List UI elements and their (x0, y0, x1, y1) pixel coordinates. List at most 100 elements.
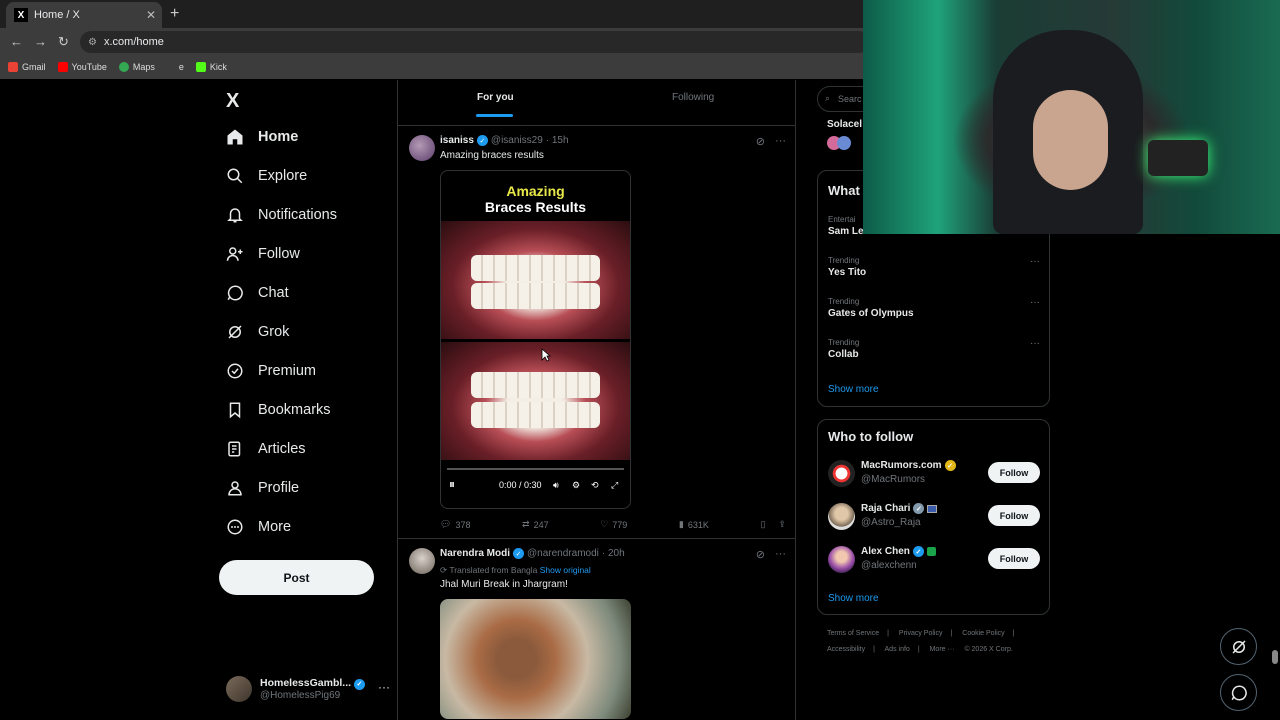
avatar[interactable] (409, 548, 435, 574)
account-switcher[interactable]: HomelessGambl... ✓ @HomelessPig69 ··· (226, 674, 390, 704)
post-button[interactable]: Post (219, 560, 374, 595)
cookie-link[interactable]: Cookie Policy (962, 630, 1004, 637)
person-icon (228, 481, 242, 496)
follow-button[interactable]: Follow (988, 462, 1040, 483)
tweet[interactable]: Narendra Modi ✓ @narendramodi · 20h ⊘ ··… (398, 540, 796, 720)
tweet[interactable]: isaniss ✓ @isaniss29 · 15h ⊘ ··· Amazing… (398, 127, 796, 539)
trend-item[interactable]: Trending Collab ··· (828, 338, 1040, 360)
tweet-text: Amazing braces results (440, 150, 544, 161)
nav-notifications[interactable]: Notifications (226, 206, 337, 224)
show-more-follow-link[interactable]: Show more (828, 593, 879, 604)
scrollbar-thumb[interactable] (1272, 650, 1278, 664)
bookmark-kick[interactable]: Kick (195, 62, 227, 72)
follow-suggestion[interactable]: Raja Chari ✓ @Astro_Raja Follow (828, 501, 1040, 533)
tweet-time[interactable]: · 15h (546, 135, 569, 146)
close-tab-icon[interactable]: ✕ (146, 8, 156, 22)
nav-home[interactable]: Home (226, 128, 298, 146)
follow-button[interactable]: Follow (988, 548, 1040, 569)
nav-explore[interactable]: Explore (226, 167, 307, 185)
repost-button[interactable]: ⇄ 247 (522, 519, 549, 530)
search-placeholder: Searc (838, 94, 862, 104)
nav-more[interactable]: More (226, 518, 291, 536)
bookmark-gmail[interactable]: Gmail (8, 62, 46, 72)
tweet-author-name[interactable]: Narendra Modi (440, 548, 510, 559)
tab-following[interactable]: Following (672, 92, 714, 103)
volume-icon[interactable]: 🔊︎ (553, 480, 559, 491)
webcam-overlay (863, 0, 1280, 234)
settings-icon[interactable]: ⚙ (572, 480, 580, 491)
nav-articles[interactable]: Articles (226, 440, 306, 458)
reload-icon[interactable]: ↻ (58, 34, 69, 50)
address-bar[interactable]: ⚙ x.com/home (80, 31, 870, 53)
privacy-link[interactable]: Privacy Policy (899, 630, 943, 637)
nav-chat[interactable]: Chat (226, 284, 289, 302)
nav-profile[interactable]: Profile (226, 479, 299, 497)
show-more-trends-link[interactable]: Show more (828, 384, 879, 395)
main-feed: For you Following isaniss ✓ @isaniss29 ·… (397, 80, 796, 720)
ads-info-link[interactable]: Ads info (885, 646, 910, 653)
verified-badge-icon: ✓ (353, 678, 365, 690)
show-original-link[interactable]: Show original (540, 565, 591, 575)
account-handle: @HomelessPig69 (260, 689, 341, 701)
nav-label: Home (258, 129, 299, 145)
new-tab-icon[interactable]: + (170, 5, 179, 23)
tweet-author-name[interactable]: isaniss (440, 135, 474, 146)
nav-follow[interactable]: Follow (226, 245, 300, 263)
tweet-time[interactable]: · 20h (602, 548, 625, 559)
teeth-image-before (441, 221, 630, 339)
tweet-author-handle[interactable]: @narendramodi (527, 548, 599, 559)
site-info-icon[interactable]: ⚙ (88, 37, 97, 48)
back-icon[interactable]: ← (10, 34, 23, 49)
avatar[interactable] (409, 135, 435, 161)
tweet-author-handle[interactable]: @isaniss29 (491, 135, 543, 146)
grok-icon[interactable]: ⊘ (756, 135, 765, 148)
messages-fab[interactable] (1220, 674, 1257, 711)
bookmark-youtube[interactable]: YouTube (57, 62, 107, 72)
tweet-video[interactable]: Amazing Braces Results ⏸ 0:00 / 0:30 🔊︎ … (440, 170, 631, 509)
mouse-cursor-icon (541, 348, 551, 362)
grok-fab[interactable] (1220, 628, 1257, 665)
accessibility-link[interactable]: Accessibility (827, 646, 865, 653)
rotate-icon[interactable]: ⟲ (591, 480, 599, 491)
grok-icon (228, 325, 242, 339)
tweet-image[interactable] (440, 599, 631, 719)
nav-premium[interactable]: Premium (226, 362, 316, 380)
forward-icon[interactable]: → (34, 34, 47, 49)
nav-bookmarks[interactable]: Bookmarks (226, 401, 331, 419)
terms-link[interactable]: Terms of Service (827, 630, 879, 637)
more-dots-icon[interactable]: ··· (378, 680, 390, 694)
follow-suggestion[interactable]: Alex Chen ✓ @alexchenn Follow (828, 544, 1040, 576)
follow-button[interactable]: Follow (988, 505, 1040, 526)
feed-tabs: For you Following (398, 80, 796, 126)
browser-tab[interactable]: X Home / X ✕ (6, 2, 162, 28)
grok-icon[interactable]: ⊘ (756, 548, 765, 561)
more-dots-icon[interactable]: ··· (1030, 256, 1040, 267)
pause-icon[interactable]: ⏸ (449, 477, 455, 492)
fullscreen-icon[interactable]: ⤢ (611, 480, 618, 491)
more-dots-icon[interactable]: ··· (1030, 297, 1040, 308)
nav-grok[interactable]: Grok (226, 323, 289, 341)
bookmark-label: Kick (209, 62, 227, 72)
tweet-header: isaniss ✓ @isaniss29 · 15h (440, 135, 569, 146)
like-button[interactable]: ♡ 779 (600, 519, 627, 530)
bookmark-maps[interactable]: Maps (118, 62, 155, 72)
bookmark-e[interactable]: e (179, 62, 184, 72)
tab-for-you[interactable]: For you (477, 92, 514, 103)
bookmark-icon[interactable]: ▯ (760, 519, 765, 530)
more-dots-icon[interactable]: ··· (1030, 338, 1040, 349)
x-logo-icon[interactable]: X (226, 90, 239, 113)
views-button[interactable]: ▮ 631K (679, 519, 709, 530)
follow-suggestion[interactable]: MacRumors.com ✓ @MacRumors Follow (828, 458, 1040, 490)
more-link[interactable]: More ··· (930, 646, 955, 653)
reply-count: 378 (455, 519, 471, 530)
more-dots-icon[interactable]: ··· (775, 548, 786, 561)
trend-item[interactable]: Trending Yes Tito ··· (828, 256, 1040, 278)
tweet-top-actions: ⊘ ··· (756, 135, 786, 148)
more-dots-icon[interactable]: ··· (775, 135, 786, 148)
who-to-follow-box: Who to follow MacRumors.com ✓ @MacRumors … (817, 419, 1050, 615)
trend-item[interactable]: Trending Gates of Olympus ··· (828, 297, 1040, 319)
translated-label: Translated from Bangla (449, 565, 538, 575)
video-progress-bar[interactable] (447, 468, 624, 470)
share-icon[interactable]: ⇪ (778, 519, 786, 530)
reply-button[interactable]: 💬︎ 378 (440, 519, 470, 530)
